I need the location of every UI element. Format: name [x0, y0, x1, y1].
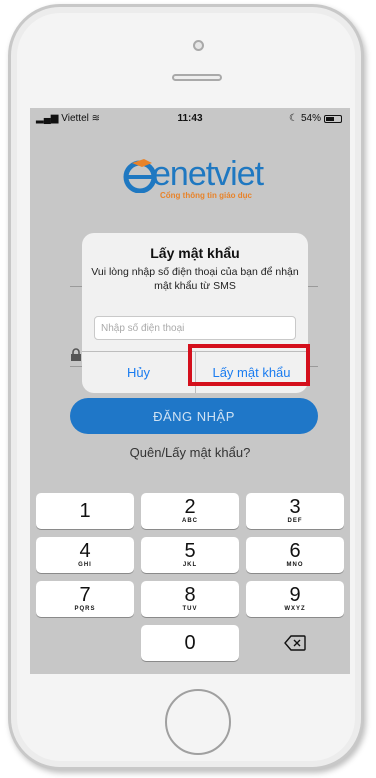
logo-text: enetviet — [152, 155, 264, 193]
key-7[interactable]: 7 PQRS — [36, 581, 134, 617]
battery-icon — [324, 114, 342, 123]
logo-tagline: Cổng thông tin giáo dục — [160, 191, 252, 200]
dialog-title: Lấy mật khẩu — [150, 245, 240, 261]
phone-number-input[interactable] — [94, 316, 296, 340]
home-button[interactable] — [165, 689, 231, 755]
key-2[interactable]: 2 ABC — [141, 493, 239, 529]
dialog-message: Vui lòng nhập số điện thoại của bạn để n… — [91, 266, 299, 292]
cancel-button[interactable]: Hủy — [82, 351, 195, 393]
moon-icon: ☾ — [289, 113, 298, 124]
key-4[interactable]: 4 GHI — [36, 537, 134, 573]
highlight-box — [188, 344, 310, 386]
key-9[interactable]: 9 WXYZ — [246, 581, 344, 617]
lock-icon — [71, 348, 81, 361]
key-3[interactable]: 3 DEF — [246, 493, 344, 529]
key-0[interactable]: 0 — [141, 625, 239, 661]
app-logo: enetviet Cổng thông tin giáo dục — [122, 153, 282, 203]
status-bar: ▂▄▆ Viettel ≋ 11:43 ☾ 54% — [30, 108, 350, 128]
key-5[interactable]: 5 JKL — [141, 537, 239, 573]
key-6[interactable]: 6 MNO — [246, 537, 344, 573]
backspace-key[interactable] — [246, 625, 344, 661]
key-8[interactable]: 8 TUV — [141, 581, 239, 617]
speaker-grille — [172, 74, 222, 81]
phone-screen: ▂▄▆ Viettel ≋ 11:43 ☾ 54% enetviet Cổng … — [30, 108, 350, 674]
backspace-icon — [284, 635, 306, 651]
numeric-keypad: 1 2 ABC 3 DEF 4 GHI 5 JKL 6 MNO 7 PQRS 8 TUV 9W… — [30, 486, 350, 674]
login-button[interactable]: ĐĂNG NHẬP — [70, 398, 318, 434]
battery-percent: 54% — [300, 113, 321, 124]
key-1[interactable]: 1 — [36, 493, 134, 529]
camera-icon — [193, 40, 204, 51]
forgot-password-link[interactable]: Quên/Lấy mật khẩu? — [30, 445, 350, 460]
